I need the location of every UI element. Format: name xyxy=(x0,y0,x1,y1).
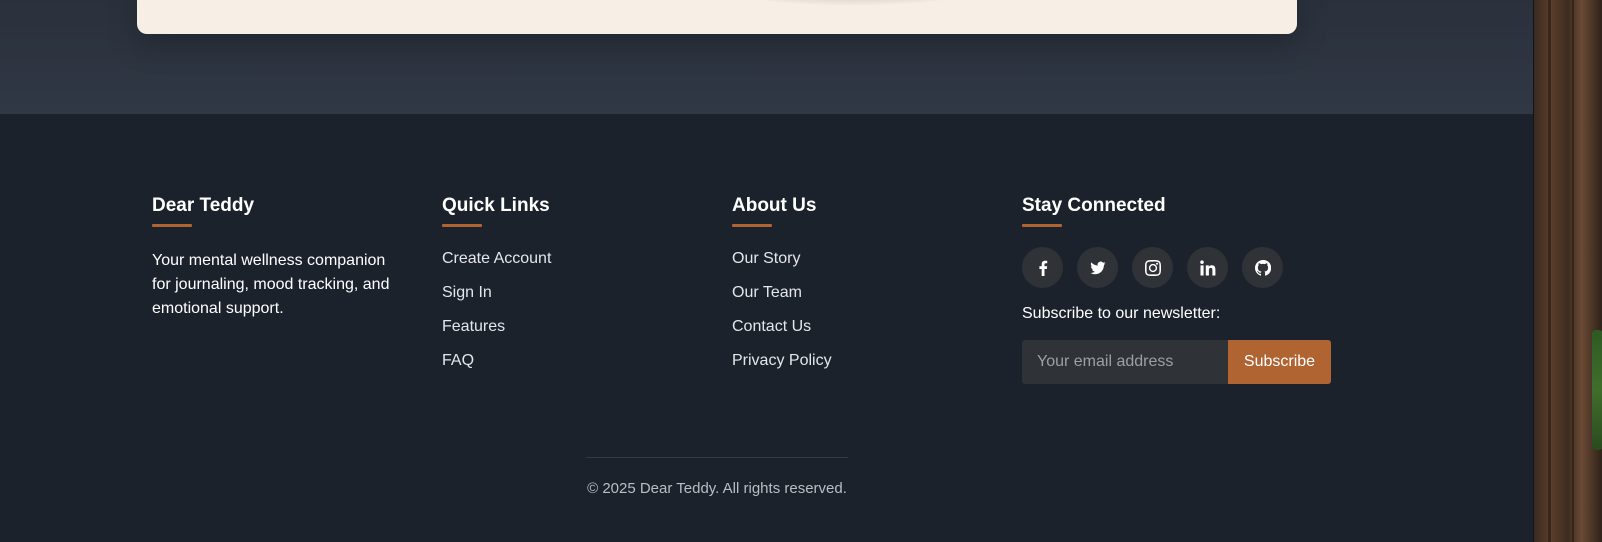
instagram-icon xyxy=(1144,259,1161,276)
content-card xyxy=(137,0,1297,34)
link-our-story[interactable]: Our Story xyxy=(732,249,832,269)
link-contact-us[interactable]: Contact Us xyxy=(732,317,832,337)
footer-stay-connected-column: Stay Connected Subscribe to our newslett… xyxy=(1022,194,1331,384)
instagram-button[interactable] xyxy=(1132,247,1173,288)
link-sign-in[interactable]: Sign In xyxy=(442,283,551,303)
quick-links-list: Create Account Sign In Features FAQ xyxy=(442,249,551,371)
twitter-button[interactable] xyxy=(1077,247,1118,288)
moss-texture xyxy=(1592,330,1602,450)
footer-brand-column: Dear Teddy Your mental wellness companio… xyxy=(152,194,408,321)
background-photo-edge xyxy=(1533,0,1602,542)
heading-underline xyxy=(1022,224,1062,227)
about-links-list: Our Story Our Team Contact Us Privacy Po… xyxy=(732,249,832,371)
bark-texture xyxy=(1548,0,1551,542)
copyright-text: © 2025 Dear Teddy. All rights reserved. xyxy=(587,480,847,497)
twitter-icon xyxy=(1089,261,1105,274)
stay-connected-heading: Stay Connected xyxy=(1022,195,1166,216)
heading-underline xyxy=(732,224,772,227)
newsletter-email-input[interactable] xyxy=(1022,340,1228,384)
newsletter-label: Subscribe to our newsletter: xyxy=(1022,305,1221,322)
subscribe-button[interactable]: Subscribe xyxy=(1228,340,1331,384)
footer-about-column: About Us Our Story Our Team Contact Us P… xyxy=(732,194,832,385)
link-faq[interactable]: FAQ xyxy=(442,351,551,371)
facebook-button[interactable] xyxy=(1022,247,1063,288)
footer-divider xyxy=(586,457,848,458)
linkedin-icon xyxy=(1199,259,1215,275)
github-icon xyxy=(1254,259,1271,276)
newsletter-form: Subscribe xyxy=(1022,340,1331,384)
heading-underline xyxy=(152,224,192,227)
link-create-account[interactable]: Create Account xyxy=(442,249,551,269)
bark-texture xyxy=(1572,0,1574,542)
footer-brand-title: Dear Teddy xyxy=(152,195,255,216)
link-our-team[interactable]: Our Team xyxy=(732,283,832,303)
card-image-shadow xyxy=(707,0,997,5)
github-button[interactable] xyxy=(1242,247,1283,288)
linkedin-button[interactable] xyxy=(1187,247,1228,288)
footer-quick-links-column: Quick Links Create Account Sign In Featu… xyxy=(442,194,551,385)
facebook-icon xyxy=(1038,260,1047,276)
about-us-heading: About Us xyxy=(732,195,817,216)
footer-brand-description: Your mental wellness companion for journ… xyxy=(152,252,390,317)
link-privacy-policy[interactable]: Privacy Policy xyxy=(732,351,832,371)
link-features[interactable]: Features xyxy=(442,317,551,337)
heading-underline xyxy=(442,224,482,227)
social-links xyxy=(1022,247,1331,288)
quick-links-heading: Quick Links xyxy=(442,195,550,216)
